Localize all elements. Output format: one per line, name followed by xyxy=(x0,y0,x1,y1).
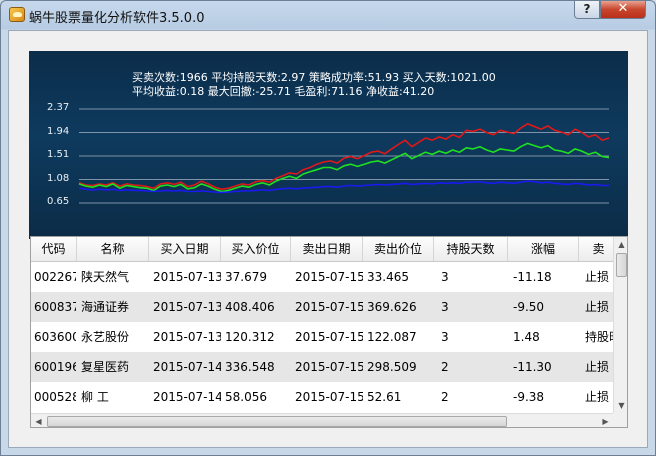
table-cell: -9.50 xyxy=(513,300,545,314)
table-cell: 永艺股份 xyxy=(81,330,130,344)
table-cell: 600196 xyxy=(34,360,76,374)
snail-app-icon xyxy=(9,7,25,22)
table-cell: 33.465 xyxy=(367,270,409,284)
horizontal-scroll-thumb[interactable] xyxy=(47,416,507,427)
table-cell: 336.548 xyxy=(225,360,275,374)
table-cell: 2 xyxy=(441,360,449,374)
y-tick-label: 2.37 xyxy=(47,102,70,113)
table-cell: 海通证券 xyxy=(81,300,130,314)
table-cell: 000528 xyxy=(34,390,76,404)
table-cell: 298.509 xyxy=(367,360,417,374)
vertical-scrollbar[interactable]: ▲ ▼ xyxy=(613,237,627,413)
scrollbar-corner xyxy=(613,413,627,427)
column-header[interactable]: 涨幅 xyxy=(508,237,579,261)
equity-chart: 买卖次数:1966 平均持股天数:2.97 策略成功率:51.93 买入天数:1… xyxy=(29,51,628,239)
scroll-up-icon[interactable]: ▲ xyxy=(614,237,627,252)
title-bar[interactable]: 蜗牛股票量化分析软件3.5.0.0 ? ✕ xyxy=(1,1,655,30)
y-tick-label: 1.08 xyxy=(47,172,70,184)
y-tick-label: 1.51 xyxy=(47,149,70,160)
column-header[interactable]: 代码 xyxy=(31,237,77,261)
table-cell: 2015-07-15 xyxy=(295,300,363,314)
column-header[interactable]: 名称 xyxy=(77,237,149,261)
table-cell: 2015-07-13 xyxy=(153,270,221,284)
table-cell: 52.61 xyxy=(367,390,402,404)
table-cell: 3 xyxy=(441,300,449,314)
column-header[interactable]: 持股天数 xyxy=(434,237,508,261)
table-cell: 120.312 xyxy=(225,330,275,344)
table-cell: 2 xyxy=(441,390,449,404)
table-row[interactable]: 600196 复星医药 2015-07-14 336.548 2015-07-15 298… xyxy=(31,352,613,382)
table-cell: 2015-07-14 xyxy=(153,390,221,404)
table-cell: -9.38 xyxy=(513,390,545,404)
table-cell: 408.406 xyxy=(225,300,275,314)
table-cell: 柳 工 xyxy=(81,390,109,404)
column-header[interactable]: 卖出日期 xyxy=(291,237,363,261)
table-cell: 3 xyxy=(441,270,449,284)
table-cell: 3 xyxy=(441,330,449,344)
column-header[interactable]: 买入日期 xyxy=(149,237,221,261)
table-cell: 陕天然气 xyxy=(81,270,130,284)
table-cell: 002267 xyxy=(34,270,76,284)
y-tick-label: 0.65 xyxy=(47,196,70,207)
scroll-left-icon[interactable]: ◀ xyxy=(31,414,46,427)
table-cell: 2015-07-15 xyxy=(295,360,363,374)
table-cell: 2015-07-13 xyxy=(153,330,221,344)
help-button[interactable]: ? xyxy=(574,1,600,19)
table-cell: 369.626 xyxy=(367,300,417,314)
table-cell: 2015-07-15 xyxy=(295,390,363,404)
table-cell: -11.18 xyxy=(513,270,552,284)
table-row[interactable]: 002267 陕天然气 2015-07-13 37.679 2015-07-15 33.4… xyxy=(31,262,613,292)
table-row[interactable]: 603600 永艺股份 2015-07-13 120.312 2015-07-15 122… xyxy=(31,322,621,352)
vertical-scroll-thumb[interactable] xyxy=(616,253,627,277)
y-tick-label: 1.94 xyxy=(47,125,70,137)
window-title: 蜗牛股票量化分析软件3.5.0.0 xyxy=(29,11,205,26)
horizontal-scrollbar[interactable]: ◀ ▶ xyxy=(31,413,613,427)
table-cell: 2015-07-14 xyxy=(153,360,221,374)
scroll-down-icon[interactable]: ▼ xyxy=(614,398,627,413)
table-cell: 复星医药 xyxy=(81,360,130,374)
table-cell: 2015-07-13 xyxy=(153,300,221,314)
table-header: 代码 名称 买入日期 买入价位 卖出日期 卖出价位 持股天数 涨幅卖 xyxy=(31,237,627,262)
client-area: 买卖次数:1966 平均持股天数:2.97 策略成功率:51.93 买入天数:1… xyxy=(8,30,648,448)
table-cell: 37.679 xyxy=(225,270,267,284)
close-button[interactable]: ✕ xyxy=(600,1,646,19)
chart-plot xyxy=(78,108,610,204)
table-cell: 2015-07-15 xyxy=(295,330,363,344)
table-cell: -11.30 xyxy=(513,360,552,374)
column-header[interactable]: 买入价位 xyxy=(221,237,291,261)
table-cell: 122.087 xyxy=(367,330,417,344)
trade-table[interactable]: 代码 名称 买入日期 买入价位 卖出日期 卖出价位 持股天数 涨幅卖 002267 陕天然气 20… xyxy=(30,236,628,428)
table-cell: 600837 xyxy=(34,300,76,314)
table-cell: 58.056 xyxy=(225,390,267,404)
column-header[interactable]: 卖出价位 xyxy=(363,237,434,261)
table-cell: 603600 xyxy=(34,330,76,344)
table-cell: 1.48 xyxy=(513,330,540,344)
table-row[interactable]: 600837 海通证券 2015-07-13 408.406 2015-07-15 369… xyxy=(31,292,613,322)
app-window: 蜗牛股票量化分析软件3.5.0.0 ? ✕ 买卖次数:1966 平均持股天数:2… xyxy=(0,0,656,456)
table-cell: 2015-07-15 xyxy=(295,270,363,284)
table-row[interactable]: 000528 柳 工 2015-07-14 58.056 2015-07-15 52.61… xyxy=(31,382,613,412)
scroll-right-icon[interactable]: ▶ xyxy=(598,414,613,427)
close-icon: ✕ xyxy=(617,1,629,16)
